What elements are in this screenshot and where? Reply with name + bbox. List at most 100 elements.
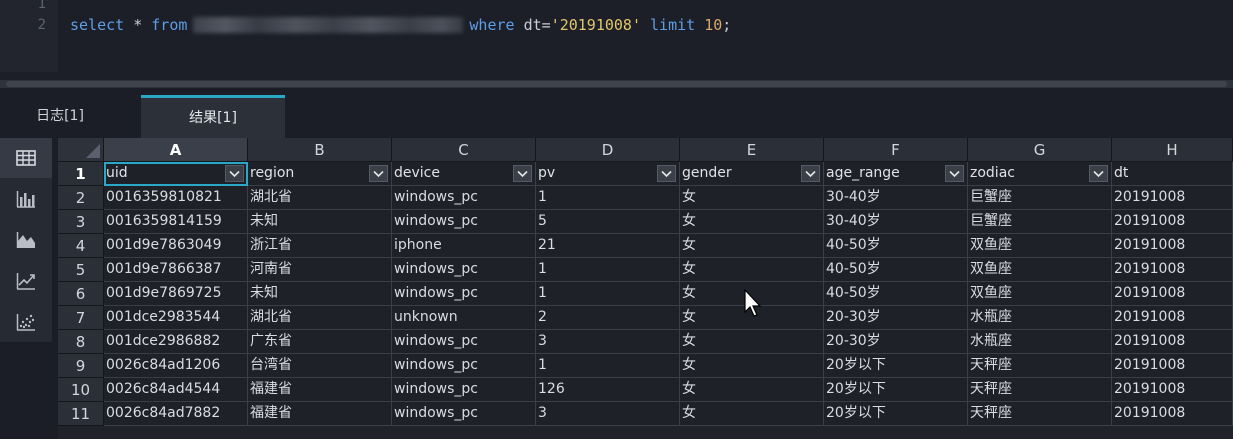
table-cell[interactable]: 20岁以下	[824, 378, 968, 402]
table-cell[interactable]: 3	[536, 402, 680, 426]
table-cell[interactable]: 001d9e7866387	[104, 258, 248, 282]
table-cell[interactable]: windows_pc	[392, 186, 536, 210]
table-cell[interactable]: 1	[536, 354, 680, 378]
table-cell[interactable]: 女	[680, 378, 824, 402]
table-cell[interactable]: 天秤座	[968, 402, 1112, 426]
table-cell[interactable]: 双鱼座	[968, 234, 1112, 258]
row-number[interactable]: 7	[58, 306, 104, 330]
table-cell[interactable]: 40-50岁	[824, 258, 968, 282]
table-cell[interactable]: 40-50岁	[824, 282, 968, 306]
table-cell[interactable]: 双鱼座	[968, 282, 1112, 306]
table-cell[interactable]: 湖北省	[248, 186, 392, 210]
table-cell[interactable]: 21	[536, 234, 680, 258]
table-cell[interactable]: 20岁以下	[824, 354, 968, 378]
bar-chart-view-button[interactable]	[0, 179, 52, 219]
field-header-cell[interactable]: region	[248, 162, 392, 186]
row-number[interactable]: 11	[58, 402, 104, 426]
column-header[interactable]: B	[248, 138, 392, 162]
row-number[interactable]: 4	[58, 234, 104, 258]
table-cell[interactable]: 水瓶座	[968, 330, 1112, 354]
table-cell[interactable]: iphone	[392, 234, 536, 258]
row-number[interactable]: 2	[58, 186, 104, 210]
table-cell[interactable]: 20191008	[1112, 378, 1233, 402]
field-header-cell[interactable]: gender	[680, 162, 824, 186]
table-cell[interactable]: 20-30岁	[824, 330, 968, 354]
table-cell[interactable]: 20191008	[1112, 306, 1233, 330]
row-number[interactable]: 6	[58, 282, 104, 306]
table-cell[interactable]: 女	[680, 258, 824, 282]
filter-dropdown-button[interactable]	[225, 165, 244, 182]
table-cell[interactable]: 001d9e7863049	[104, 234, 248, 258]
table-cell[interactable]: 河南省	[248, 258, 392, 282]
table-cell[interactable]: 126	[536, 378, 680, 402]
table-cell[interactable]: 0026c84ad1206	[104, 354, 248, 378]
table-cell[interactable]: 20191008	[1112, 234, 1233, 258]
row-number[interactable]: 9	[58, 354, 104, 378]
row-number[interactable]: 8	[58, 330, 104, 354]
table-cell[interactable]: 5	[536, 210, 680, 234]
row-number[interactable]: 3	[58, 210, 104, 234]
table-cell[interactable]: windows_pc	[392, 330, 536, 354]
column-header[interactable]: C	[392, 138, 536, 162]
table-cell[interactable]: 天秤座	[968, 354, 1112, 378]
filter-dropdown-button[interactable]	[945, 165, 964, 182]
table-cell[interactable]: 浙江省	[248, 234, 392, 258]
table-cell[interactable]: 001dce2986882	[104, 330, 248, 354]
table-cell[interactable]: 001dce2983544	[104, 306, 248, 330]
table-cell[interactable]: 20191008	[1112, 330, 1233, 354]
field-header-cell[interactable]: pv	[536, 162, 680, 186]
tab-result[interactable]: 结果[1]	[141, 95, 285, 138]
table-cell[interactable]: windows_pc	[392, 282, 536, 306]
table-cell[interactable]: 1	[536, 186, 680, 210]
field-header-cell[interactable]: age_range	[824, 162, 968, 186]
column-header[interactable]: G	[968, 138, 1112, 162]
table-cell[interactable]: windows_pc	[392, 210, 536, 234]
table-cell[interactable]: 女	[680, 186, 824, 210]
table-cell[interactable]: 福建省	[248, 378, 392, 402]
field-header-cell[interactable]: zodiac	[968, 162, 1112, 186]
table-cell[interactable]: 双鱼座	[968, 258, 1112, 282]
table-cell[interactable]: 1	[536, 282, 680, 306]
column-header[interactable]: F	[824, 138, 968, 162]
table-cell[interactable]: 20191008	[1112, 186, 1233, 210]
row-number[interactable]: 10	[58, 378, 104, 402]
field-header-cell[interactable]: dt	[1112, 162, 1233, 186]
sql-editor[interactable]: 1 2 select * from where dt='20191008' lim…	[0, 0, 1233, 80]
table-cell[interactable]: 台湾省	[248, 354, 392, 378]
row-number[interactable]: 5	[58, 258, 104, 282]
area-chart-view-button[interactable]	[0, 220, 52, 260]
table-cell[interactable]: windows_pc	[392, 378, 536, 402]
table-cell[interactable]: 巨蟹座	[968, 186, 1112, 210]
scrollbar-thumb[interactable]	[6, 81, 1227, 87]
table-cell[interactable]: 广东省	[248, 330, 392, 354]
table-cell[interactable]: 40-50岁	[824, 234, 968, 258]
sql-code-line[interactable]: select * from where dt='20191008' limit 1…	[70, 15, 731, 35]
column-header[interactable]: D	[536, 138, 680, 162]
filter-dropdown-button[interactable]	[369, 165, 388, 182]
filter-dropdown-button[interactable]	[657, 165, 676, 182]
field-header-cell[interactable]: uid	[104, 162, 248, 186]
table-cell[interactable]: 1	[536, 258, 680, 282]
table-view-button[interactable]	[0, 138, 52, 178]
table-cell[interactable]: 女	[680, 210, 824, 234]
column-header[interactable]: H	[1112, 138, 1233, 162]
table-cell[interactable]: 20岁以下	[824, 402, 968, 426]
table-cell[interactable]: 女	[680, 330, 824, 354]
select-all-corner[interactable]	[58, 138, 104, 162]
table-cell[interactable]: 福建省	[248, 402, 392, 426]
filter-dropdown-button[interactable]	[1089, 165, 1108, 182]
table-cell[interactable]: windows_pc	[392, 258, 536, 282]
table-cell[interactable]: 天秤座	[968, 378, 1112, 402]
filter-dropdown-button[interactable]	[801, 165, 820, 182]
row-number[interactable]: 1	[58, 162, 104, 186]
tab-log[interactable]: 日志[1]	[0, 95, 120, 138]
table-cell[interactable]: 001d9e7869725	[104, 282, 248, 306]
table-cell[interactable]: 20191008	[1112, 354, 1233, 378]
table-cell[interactable]: 0026c84ad7882	[104, 402, 248, 426]
table-cell[interactable]: 0016359810821	[104, 186, 248, 210]
line-chart-view-button[interactable]	[0, 261, 52, 301]
column-header[interactable]: A	[104, 138, 248, 162]
column-header[interactable]: E	[680, 138, 824, 162]
table-cell[interactable]: 30-40岁	[824, 186, 968, 210]
field-header-cell[interactable]: device	[392, 162, 536, 186]
